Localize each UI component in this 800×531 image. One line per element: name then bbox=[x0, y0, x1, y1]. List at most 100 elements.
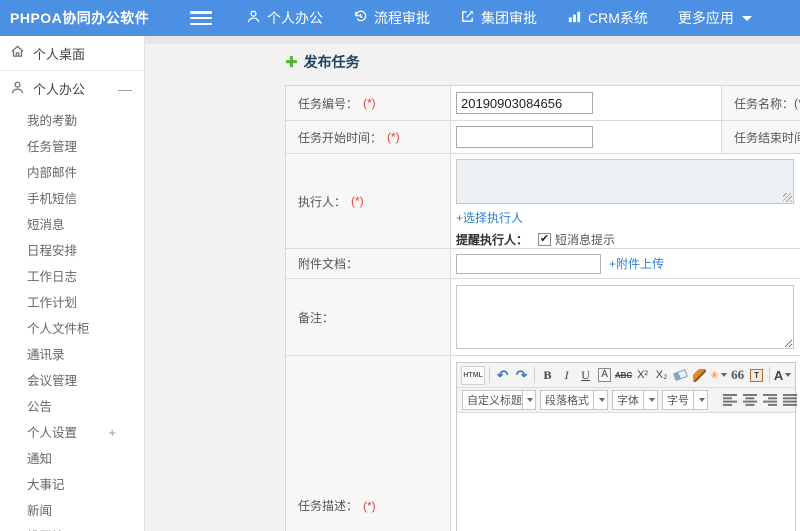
font-color-button[interactable]: A bbox=[774, 366, 792, 385]
nav-group-approval[interactable]: 集团审批 bbox=[460, 8, 537, 28]
redo-button[interactable]: ↷ bbox=[513, 366, 530, 385]
sidebar-item-events[interactable]: 大事记 bbox=[0, 472, 144, 498]
attachment-label: 附件文档： bbox=[286, 249, 451, 278]
align-left-icon[interactable] bbox=[723, 394, 737, 406]
blockquote-button[interactable]: 66 bbox=[729, 366, 746, 385]
caret-down-icon bbox=[521, 391, 535, 409]
toolbar-separator bbox=[769, 367, 770, 383]
app-window: PHPOA协同办公软件 个人办公 流程审批 集团审批 CRM系统 更多应用 个人… bbox=[0, 0, 800, 531]
sidebar-item-short-message[interactable]: 短消息 bbox=[0, 212, 144, 238]
editor-toolbar-row2: 自定义标题 段落格式 字体 字号 bbox=[457, 388, 797, 413]
nav-label: CRM系统 bbox=[588, 10, 648, 26]
expand-icon[interactable]: + bbox=[108, 420, 116, 446]
sidebar-item-announcement[interactable]: 公告 bbox=[0, 394, 144, 420]
attachment-upload-link[interactable]: +附件上传 bbox=[609, 255, 664, 272]
sidebar-item-news[interactable]: 新闻 bbox=[0, 498, 144, 524]
editor-content-area[interactable] bbox=[457, 413, 795, 531]
alignment-buttons bbox=[720, 394, 800, 406]
collapse-icon[interactable]: — bbox=[118, 81, 132, 97]
end-time-label: 任务结束时间：(*) bbox=[721, 121, 800, 153]
top-bar: PHPOA协同办公软件 个人办公 流程审批 集团审批 CRM系统 更多应用 bbox=[0, 0, 800, 36]
strikethrough-button[interactable]: ABC bbox=[615, 366, 632, 385]
sidebar-item-notice[interactable]: 通知 bbox=[0, 446, 144, 472]
sidebar-item-personal-office[interactable]: 个人办公 — bbox=[0, 71, 144, 106]
top-nav: 个人办公 流程审批 集团审批 CRM系统 更多应用 bbox=[246, 8, 782, 28]
nav-label: 更多应用 bbox=[677, 10, 734, 26]
paragraph-format-select[interactable]: 段落格式 bbox=[540, 390, 608, 410]
sidebar-item-internal-mail[interactable]: 内部邮件 bbox=[0, 160, 144, 186]
choose-executor-link[interactable]: +选择执行人 bbox=[456, 211, 523, 225]
editor-toolbar-row1: HTML ↶ ↷ B I U A ABC X² X₂ ✳ 66 T A bbox=[457, 363, 795, 388]
form-row-attachment: 附件文档： +附件上传 bbox=[286, 249, 800, 279]
page-title-text: 发布任务 bbox=[303, 54, 360, 70]
caret-down-icon bbox=[693, 391, 707, 409]
nav-more-apps[interactable]: 更多应用 bbox=[678, 8, 752, 28]
underline-button[interactable]: U bbox=[577, 366, 594, 385]
task-no-label: 任务编号： (*) bbox=[286, 86, 451, 120]
sidebar-item-mobile-sms[interactable]: 手机短信 bbox=[0, 186, 144, 212]
attachment-input[interactable] bbox=[456, 253, 601, 274]
sidebar-item-meeting[interactable]: 会议管理 bbox=[0, 368, 144, 394]
nav-workflow-approval[interactable]: 流程审批 bbox=[353, 8, 430, 28]
paste-button[interactable]: T bbox=[748, 366, 765, 385]
start-time-input[interactable] bbox=[456, 126, 593, 148]
resize-handle[interactable] bbox=[783, 193, 792, 202]
content-top-strip bbox=[145, 36, 800, 44]
main-content: ✚ 发布任务 任务编号：(*) 任务名称：(*) 任务开始时间：( bbox=[145, 36, 800, 531]
subscript-button[interactable]: X₂ bbox=[653, 366, 670, 385]
remark-label: 备注： bbox=[286, 279, 451, 355]
task-name-label: 任务名称：(*) bbox=[721, 86, 800, 120]
start-time-cell bbox=[451, 121, 721, 153]
sidebar-item-desktop[interactable]: 个人桌面 bbox=[0, 36, 144, 71]
sidebar-item-vote[interactable]: 投票箱 bbox=[0, 524, 144, 531]
eraser-button[interactable] bbox=[672, 366, 689, 385]
nav-label: 流程审批 bbox=[374, 10, 430, 26]
align-justify-icon[interactable] bbox=[783, 394, 797, 406]
history-icon bbox=[353, 9, 374, 27]
sidebar-item-work-plan[interactable]: 工作计划 bbox=[0, 290, 144, 316]
italic-button[interactable]: I bbox=[558, 366, 575, 385]
sms-checkbox[interactable] bbox=[538, 233, 552, 246]
superscript-button[interactable]: X² bbox=[634, 366, 651, 385]
sidebar-item-file-cabinet[interactable]: 个人文件柜 bbox=[0, 316, 144, 342]
executor-cell: +选择执行人 提醒执行人： 短消息提示 bbox=[451, 154, 800, 248]
bold-button[interactable]: B bbox=[539, 366, 556, 385]
nav-personal-office[interactable]: 个人办公 bbox=[246, 8, 323, 28]
autoformat-button[interactable]: ✳ bbox=[710, 366, 728, 385]
task-no-input[interactable] bbox=[456, 92, 593, 114]
start-time-label: 任务开始时间： (*) bbox=[286, 121, 451, 153]
required-mark: (*) bbox=[363, 498, 376, 513]
font-family-select[interactable]: 字体 bbox=[612, 390, 658, 410]
sidebar-item-task-management[interactable]: 任务管理 bbox=[0, 134, 144, 160]
toolbar-separator bbox=[534, 367, 536, 383]
menu-toggle-icon[interactable] bbox=[190, 11, 212, 25]
sidebar-item-contacts[interactable]: 通讯录 bbox=[0, 342, 144, 368]
sms-option-label: 短消息提示 bbox=[555, 233, 616, 247]
user-icon bbox=[10, 80, 33, 98]
edit-icon bbox=[460, 9, 481, 27]
font-size-select[interactable]: 字号 bbox=[662, 390, 708, 410]
html-source-button[interactable]: HTML bbox=[461, 365, 486, 385]
app-logo: PHPOA协同办公软件 bbox=[10, 10, 150, 26]
format-brush-button[interactable] bbox=[691, 366, 708, 385]
align-center-icon[interactable] bbox=[743, 394, 757, 406]
executor-textarea[interactable] bbox=[456, 159, 794, 204]
caret-down-icon bbox=[643, 391, 657, 409]
remark-textarea[interactable] bbox=[456, 285, 794, 349]
nav-crm-system[interactable]: CRM系统 bbox=[567, 8, 648, 28]
description-cell: HTML ↶ ↷ B I U A ABC X² X₂ ✳ 66 T A 自定义标… bbox=[451, 356, 800, 531]
undo-button[interactable]: ↶ bbox=[494, 366, 511, 385]
sidebar-item-schedule[interactable]: 日程安排 bbox=[0, 238, 144, 264]
sidebar-item-work-log[interactable]: 工作日志 bbox=[0, 264, 144, 290]
brush-icon bbox=[693, 368, 707, 382]
toolbar-separator bbox=[489, 367, 491, 383]
heading-select[interactable]: 自定义标题 bbox=[462, 390, 536, 410]
remind-executor-label: 提醒执行人： bbox=[456, 233, 529, 247]
align-right-icon[interactable] bbox=[763, 394, 777, 406]
required-mark: (*) bbox=[794, 96, 800, 110]
nav-label: 个人办公 bbox=[267, 10, 323, 26]
font-style-button[interactable]: A bbox=[596, 366, 613, 385]
sidebar-item-attendance[interactable]: 我的考勤 bbox=[0, 108, 144, 134]
sidebar-item-label: 个人办公 bbox=[33, 82, 86, 97]
sidebar-item-personal-settings[interactable]: 个人设置 + bbox=[0, 420, 144, 446]
